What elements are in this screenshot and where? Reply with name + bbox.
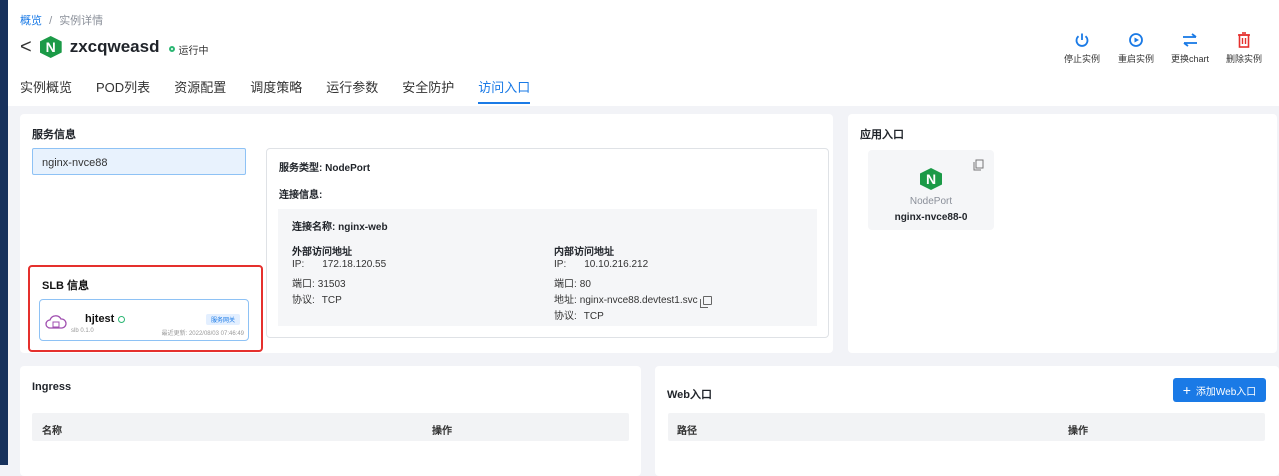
external-ip-label: IP: bbox=[292, 259, 305, 270]
restart-instance-button[interactable]: 重启实例 bbox=[1109, 30, 1163, 65]
slb-info-title: SLB 信息 bbox=[42, 280, 90, 292]
app-entry-type: NodePort bbox=[909, 196, 953, 207]
web-entry-col-op: 操作 bbox=[1068, 426, 1088, 437]
breadcrumb-home[interactable]: 概览 bbox=[20, 15, 42, 27]
breadcrumb-current: 实例详情 bbox=[59, 15, 104, 27]
nginx-logo-icon: N bbox=[920, 168, 942, 190]
swap-icon bbox=[1163, 30, 1217, 50]
stop-instance-button[interactable]: 停止实例 bbox=[1055, 30, 1109, 65]
ingress-col-op: 操作 bbox=[432, 426, 452, 437]
add-web-entry-label: 添加Web入口 bbox=[1195, 386, 1257, 398]
header-panel: 概览 / 实例详情 < N zxcqweasd 运行中 停止实例 重启实例 更换… bbox=[8, 0, 1279, 106]
page: 概览 / 实例详情 < N zxcqweasd 运行中 停止实例 重启实例 更换… bbox=[8, 0, 1279, 476]
external-ip-row: IP: 172.18.120.55 bbox=[292, 259, 386, 270]
web-entry-title: Web入口 bbox=[667, 389, 713, 401]
internal-protocol-label: 协议: bbox=[554, 311, 577, 322]
service-info-title: 服务信息 bbox=[32, 129, 76, 141]
cloud-gateway-icon bbox=[45, 314, 67, 335]
internal-port-row: 端口: 80 bbox=[554, 275, 591, 290]
delete-instance-label: 删除实例 bbox=[1225, 54, 1262, 64]
status-text: 运行中 bbox=[178, 45, 209, 57]
copy-entry-icon[interactable] bbox=[973, 158, 984, 176]
ingress-table-header: 名称 操作 bbox=[32, 413, 629, 441]
slb-name: hjtest bbox=[85, 313, 126, 325]
internal-port-value: 80 bbox=[579, 279, 591, 290]
slb-status-dot-icon bbox=[118, 315, 126, 323]
slb-info-section: SLB 信息 hjtest 服务网关 slb 0.1.0 最近更新: 2022/… bbox=[28, 265, 263, 352]
external-protocol-value: TCP bbox=[321, 295, 342, 306]
tab-access-entry[interactable]: 访问入口 bbox=[478, 77, 531, 104]
connection-name: 连接名称: nginx-web bbox=[292, 222, 388, 233]
breadcrumb: 概览 / 实例详情 bbox=[20, 12, 103, 28]
restart-instance-label: 重启实例 bbox=[1117, 54, 1154, 64]
external-ip-value: 172.18.120.55 bbox=[322, 259, 387, 270]
slb-version: slb 0.1.0 bbox=[71, 328, 94, 334]
restart-icon bbox=[1109, 30, 1163, 50]
tab-pod-list[interactable]: POD列表 bbox=[96, 77, 150, 104]
trash-icon bbox=[1217, 30, 1271, 50]
internal-ip-value: 10.10.216.212 bbox=[584, 259, 649, 270]
app-entry-name: nginx-nvce88-0 bbox=[894, 212, 968, 223]
back-chevron-icon[interactable]: < bbox=[20, 37, 32, 57]
internal-address-title: 内部访问地址 bbox=[554, 247, 614, 258]
external-port-value: 31503 bbox=[317, 279, 346, 290]
nginx-logo-icon: N bbox=[39, 36, 62, 58]
external-port-label: 端口: bbox=[292, 279, 315, 290]
external-address-title: 外部访问地址 bbox=[292, 247, 352, 258]
internal-protocol-row: 协议: TCP bbox=[554, 307, 604, 322]
web-entry-col-path: 路径 bbox=[677, 426, 697, 437]
stop-instance-label: 停止实例 bbox=[1063, 54, 1100, 64]
copy-address-icon[interactable] bbox=[699, 295, 712, 308]
ingress-col-name: 名称 bbox=[42, 426, 62, 437]
app-entry-item[interactable]: N NodePort nginx-nvce88-0 bbox=[868, 150, 994, 230]
left-edge bbox=[0, 0, 8, 465]
ingress-title: Ingress bbox=[32, 381, 72, 393]
swap-chart-label: 更换chart bbox=[1170, 54, 1209, 64]
add-web-entry-button[interactable]: + 添加Web入口 bbox=[1173, 378, 1266, 402]
web-entry-table-header: 路径 操作 bbox=[668, 413, 1265, 441]
service-type: 服务类型: NodePort bbox=[279, 163, 371, 174]
internal-addr-row: 地址: nginx-nvce88.devtest1.svc bbox=[554, 291, 712, 308]
status-dot-icon bbox=[169, 46, 176, 52]
tab-overview[interactable]: 实例概览 bbox=[20, 77, 72, 104]
breadcrumb-separator: / bbox=[49, 15, 53, 27]
power-icon bbox=[1055, 30, 1109, 50]
internal-ip-row: IP: 10.10.216.212 bbox=[554, 259, 648, 270]
external-protocol-label: 协议: bbox=[292, 295, 315, 306]
internal-addr-label: 地址: bbox=[554, 295, 577, 306]
slb-name-text: hjtest bbox=[85, 313, 115, 325]
title-row: < N zxcqweasd 运行中 bbox=[20, 36, 208, 58]
tab-scheduling[interactable]: 调度策略 bbox=[250, 77, 302, 104]
action-toolbar: 停止实例 重启实例 更换chart 删除实例 bbox=[1055, 30, 1271, 65]
tab-security[interactable]: 安全防护 bbox=[402, 77, 454, 104]
delete-instance-button[interactable]: 删除实例 bbox=[1217, 30, 1271, 65]
status-badge: 运行中 bbox=[169, 42, 208, 57]
slb-badge: 服务网关 bbox=[205, 314, 240, 325]
connection-info-label: 连接信息: bbox=[279, 190, 323, 201]
internal-protocol-value: TCP bbox=[583, 311, 604, 322]
internal-port-label: 端口: bbox=[554, 279, 577, 290]
external-protocol-row: 协议: TCP bbox=[292, 291, 342, 306]
slb-card[interactable]: hjtest 服务网关 slb 0.1.0 最近更新: 2022/08/03 0… bbox=[39, 299, 249, 341]
service-list-item[interactable]: nginx-nvce88 bbox=[32, 148, 246, 175]
tab-bar: 实例概览 POD列表 资源配置 调度策略 运行参数 安全防护 访问入口 bbox=[20, 77, 554, 104]
plus-icon: + bbox=[1182, 382, 1191, 398]
swap-chart-button[interactable]: 更换chart bbox=[1163, 30, 1217, 65]
external-port-row: 端口: 31503 bbox=[292, 275, 346, 290]
page-title: zxcqweasd bbox=[69, 37, 160, 56]
slb-updated: 最近更新: 2022/08/03 07:46:49 bbox=[161, 331, 244, 337]
app-entry-title: 应用入口 bbox=[860, 129, 904, 141]
tab-runtime-params[interactable]: 运行参数 bbox=[326, 77, 378, 104]
internal-ip-label: IP: bbox=[554, 259, 567, 270]
internal-addr-value: nginx-nvce88.devtest1.svc bbox=[579, 295, 698, 306]
tab-resource-config[interactable]: 资源配置 bbox=[174, 77, 226, 104]
